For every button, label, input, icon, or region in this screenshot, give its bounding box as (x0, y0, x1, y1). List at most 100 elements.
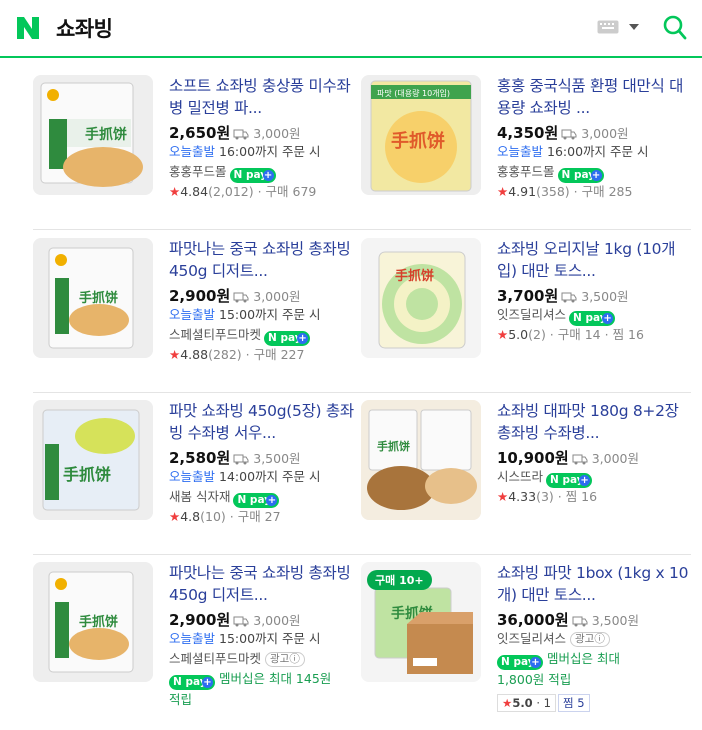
svg-text:手抓饼: 手抓饼 (79, 290, 118, 306)
shipping-fee: 3,000원 (581, 126, 629, 141)
shipping-fee: 3,000원 (591, 451, 639, 466)
product-price: 4,350원 (497, 124, 559, 142)
shipping-fee: 3,500원 (581, 289, 629, 304)
delivery-info: 오늘출발 15:00까지 주문 시 (169, 307, 321, 322)
store-row: 스페셜티푸드마켓 N pay + (169, 325, 363, 346)
product-card[interactable]: 手抓饼 파맛나는 중국 쇼좌빙 총좌빙 450g 디저트... 2,900원 3,… (33, 238, 363, 393)
shipping-fee: 3,000원 (253, 289, 301, 304)
product-title[interactable]: 쇼좌빙 파맛 1box (1kg x 10개) 대만 토스... (497, 562, 691, 606)
truck-icon (233, 454, 249, 465)
delivery-info: 오늘출발 16:00까지 주문 시 (497, 144, 649, 159)
star-icon: ★ (497, 489, 509, 504)
keyboard-icon[interactable] (597, 20, 619, 34)
truck-icon (561, 292, 577, 303)
store-row: 홍홍푸드몰 N pay + (497, 162, 691, 183)
shipping-fee: 3,000원 (253, 126, 301, 141)
shipping-fee: 3,000원 (253, 613, 301, 628)
store-row: 잇즈딜리셔스 N pay + (497, 305, 691, 326)
svg-text:手抓饼: 手抓饼 (395, 268, 434, 284)
product-title[interactable]: 쇼좌빙 대파맛 180g 8+2장 총좌빙 수좌병... (497, 400, 691, 444)
truck-icon (561, 129, 577, 140)
product-thumbnail[interactable]: 구매 10+ 手抓饼 (361, 562, 481, 682)
rating-row: ★4.33(3) · 찜 16 (497, 489, 598, 504)
product-thumbnail[interactable]: 手抓饼 (33, 238, 153, 358)
product-card[interactable]: 手抓饼 파맛 쇼좌빙 450g(5장) 총좌빙 수좌병 서우... 2,580원… (33, 400, 363, 555)
svg-text:手抓饼: 手抓饼 (79, 614, 118, 630)
rating-row: ★5.0(2) · 구매 14 · 찜 16 (497, 327, 644, 342)
product-card[interactable]: 手抓饼 파맛나는 중국 쇼좌빙 총좌빙 450g 디저트... 2,900원 3,… (33, 562, 363, 707)
product-title[interactable]: 소프트 쇼좌빙 충상풍 미수좌병 밀전병 파... (169, 75, 363, 119)
star-icon: ★ (169, 184, 181, 199)
npay-badge: N pay + (264, 331, 311, 346)
product-card[interactable]: 手抓饼 쇼좌빙 오리지날 1kg (10개입) 대만 토스... 3,700원 3… (361, 238, 691, 393)
product-thumbnail[interactable]: 手抓饼 (361, 400, 481, 520)
product-thumbnail[interactable]: 파맛 (대용량 10개입) 手抓饼 (361, 75, 481, 195)
product-price: 2,900원 (169, 611, 231, 629)
product-thumbnail[interactable]: 手抓饼 (33, 400, 153, 520)
svg-text:手抓饼: 手抓饼 (391, 130, 445, 152)
store-row: 스페셜티푸드마켓 광고ⓘ (169, 649, 363, 669)
product-card[interactable]: 手抓饼 쇼좌빙 대파맛 180g 8+2장 총좌빙 수좌병... 10,900원… (361, 400, 691, 555)
store-name[interactable]: 잇즈딜리셔스 (497, 631, 566, 646)
svg-text:파맛 (대용량 10개입): 파맛 (대용량 10개입) (377, 88, 450, 98)
npay-badge: N pay + (233, 493, 280, 508)
membership-info-2: 적립 (169, 692, 193, 707)
search-header: 쇼좌빙 (0, 0, 702, 58)
product-title[interactable]: 파맛나는 중국 쇼좌빙 총좌빙 450g 디저트... (169, 562, 363, 606)
product-title[interactable]: 파맛 쇼좌빙 450g(5장) 총좌빙 수좌병 서우... (169, 400, 363, 444)
product-thumbnail[interactable]: 手抓饼 (33, 75, 153, 195)
product-card[interactable]: 구매 10+ 手抓饼 쇼좌빙 파맛 1box (1kg x 10개) 대만 토스… (361, 562, 691, 712)
delivery-info: 오늘출발 16:00까지 주문 시 (169, 144, 321, 159)
delivery-info: 오늘출발 14:00까지 주문 시 (169, 469, 321, 484)
star-icon: ★ (169, 509, 181, 524)
product-title[interactable]: 쇼좌빙 오리지날 1kg (10개입) 대만 토스... (497, 238, 691, 282)
product-card[interactable]: 파맛 (대용량 10개입) 手抓饼 홍홍 중국식품 환평 대만식 대용량 쇼좌빙… (361, 75, 691, 230)
store-name[interactable]: 홍홍푸드몰 (169, 164, 227, 179)
svg-text:手抓饼: 手抓饼 (63, 465, 111, 484)
npay-badge: N pay + (497, 655, 543, 670)
product-price: 2,580원 (169, 449, 231, 467)
store-name[interactable]: 잇즈딜리셔스 (497, 307, 566, 322)
search-query[interactable]: 쇼좌빙 (56, 13, 113, 43)
product-card[interactable]: 手抓饼 소프트 쇼좌빙 충상풍 미수좌병 밀전병 파... 2,650원 3,00… (33, 75, 363, 230)
store-name[interactable]: 홍홍푸드몰 (497, 164, 555, 179)
ad-badge[interactable]: 광고ⓘ (265, 652, 305, 667)
store-row: 홍홍푸드몰 N pay + (169, 162, 363, 183)
store-row: 새봄 식자재 N pay + (169, 487, 363, 508)
product-price: 10,900원 (497, 449, 569, 467)
store-name[interactable]: 스페셜티푸드마켓 (169, 651, 261, 666)
caret-down-icon[interactable] (628, 22, 640, 32)
product-price: 3,700원 (497, 287, 559, 305)
product-thumbnail[interactable]: 手抓饼 (361, 238, 481, 358)
truck-icon (233, 292, 249, 303)
rating-row: ★4.88(282) · 구매 227 (169, 347, 305, 362)
naver-logo-icon[interactable] (14, 14, 42, 42)
membership-info: N pay + 멤버십은 최대 145원 (169, 669, 363, 690)
shipping-fee: 3,500원 (591, 613, 639, 628)
rating-boxes: ★5.0 · 1찜 5 (497, 692, 691, 712)
product-price: 2,650원 (169, 124, 231, 142)
membership-info: N pay + 멤버십은 최대 (497, 649, 691, 670)
star-icon: ★ (502, 696, 513, 710)
store-name[interactable]: 새봄 식자재 (169, 489, 230, 504)
jjim-box[interactable]: 찜 5 (557, 694, 590, 712)
ad-badge[interactable]: 광고ⓘ (570, 632, 610, 647)
search-icon[interactable] (662, 13, 688, 41)
npay-badge: N pay + (557, 168, 604, 183)
product-title[interactable]: 파맛나는 중국 쇼좌빙 총좌빙 450g 디저트... (169, 238, 363, 282)
store-name[interactable]: 시스뜨라 (497, 469, 543, 484)
truck-icon (233, 616, 249, 627)
membership-info-2: 1,800원 적립 (497, 672, 572, 687)
truck-icon (572, 454, 588, 465)
rating-row: ★4.84(2,012) · 구매 679 (169, 184, 317, 199)
product-title[interactable]: 홍홍 중국식품 환평 대만식 대용량 쇼좌빙 ... (497, 75, 691, 119)
star-icon: ★ (497, 327, 509, 342)
truck-icon (572, 616, 588, 627)
rating-row: ★4.8(10) · 구매 27 (169, 509, 281, 524)
svg-text:手抓饼: 手抓饼 (85, 126, 127, 143)
rating-row: ★4.91(358) · 구매 285 (497, 184, 633, 199)
product-thumbnail[interactable]: 手抓饼 (33, 562, 153, 682)
store-name[interactable]: 스페셜티푸드마켓 (169, 327, 261, 342)
truck-icon (233, 129, 249, 140)
delivery-info: 오늘출발 15:00까지 주문 시 (169, 631, 321, 646)
